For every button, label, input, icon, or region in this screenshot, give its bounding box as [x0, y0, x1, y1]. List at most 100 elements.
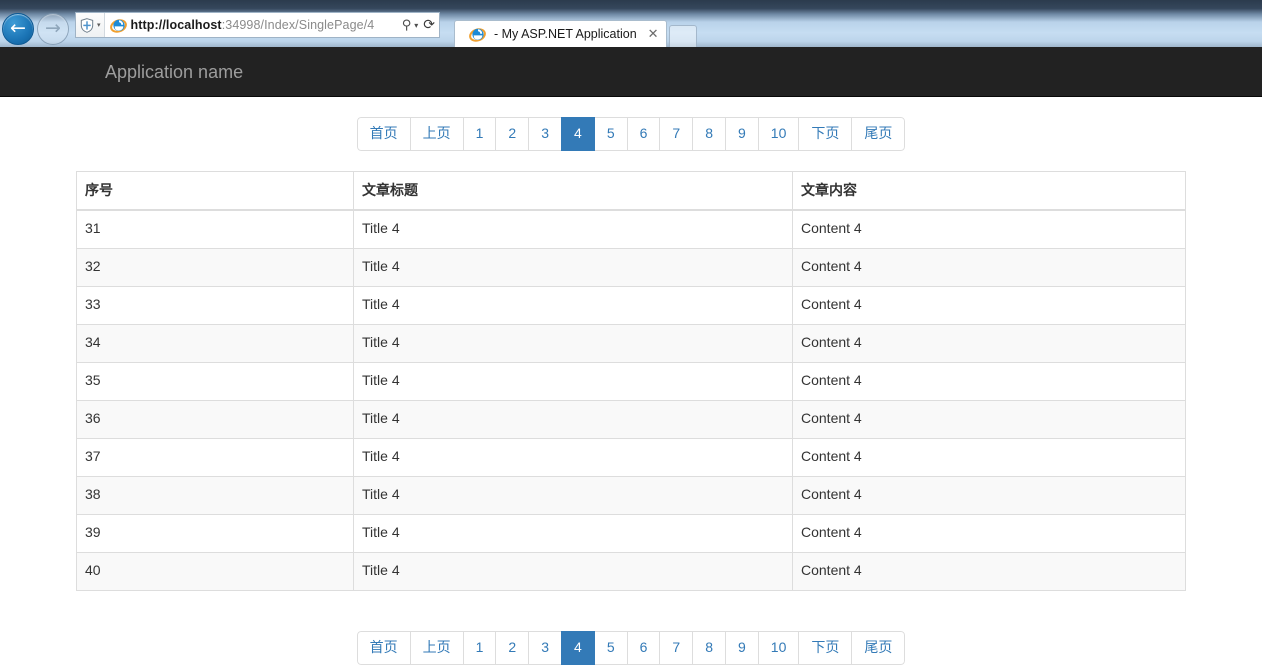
url-host: http://localhost — [130, 18, 222, 32]
pagination-link-上页[interactable]: 上页 — [409, 630, 464, 665]
pagination-link-9[interactable]: 9 — [725, 117, 759, 151]
pagination-link-尾页[interactable]: 尾页 — [851, 117, 906, 151]
pagination-item[interactable]: 上页 — [409, 117, 464, 151]
pagination-link-6[interactable]: 6 — [626, 630, 661, 665]
column-header-content: 文章内容 — [792, 170, 1186, 211]
tab-title: - My ASP.NET Application — [494, 27, 637, 41]
pagination-item[interactable]: 3 — [528, 630, 563, 665]
pagination-link-下页[interactable]: 下页 — [798, 630, 853, 665]
pagination-item[interactable]: 4 — [561, 117, 595, 151]
browser-navigation-buttons: ← → — [0, 12, 69, 46]
cell-index: 40 — [76, 551, 354, 591]
pagination-link-5[interactable]: 5 — [593, 630, 628, 665]
search-icon[interactable]: ⚲ — [402, 18, 412, 33]
main-container: 首页 上页 1 2 3 4 5 6 7 8 9 10 下页 尾页 序号 文章标题 文章内容 31 Title… — [61, 97, 1201, 665]
cell-title: Title 4 — [353, 513, 793, 553]
pagination-item[interactable]: 尾页 — [851, 630, 906, 665]
compatibility-shield-icon — [80, 17, 94, 33]
pagination-link-2[interactable]: 2 — [495, 117, 530, 151]
cell-title: Title 4 — [353, 475, 793, 515]
pagination-item[interactable]: 2 — [495, 630, 530, 665]
cell-index: 35 — [76, 361, 354, 401]
pagination-link-10[interactable]: 10 — [757, 117, 800, 151]
chevron-down-icon[interactable]: ▾ — [414, 21, 418, 30]
close-icon[interactable]: ✕ — [648, 28, 659, 41]
pagination-link-1[interactable]: 1 — [462, 630, 497, 665]
pagination-item[interactable]: 2 — [495, 117, 530, 151]
pagination-item[interactable]: 下页 — [798, 117, 853, 151]
application-name-brand[interactable]: Application name — [105, 63, 243, 81]
pagination-link-6[interactable]: 6 — [626, 117, 661, 151]
back-arrow-icon: ← — [10, 16, 26, 39]
pagination-link-尾页[interactable]: 尾页 — [851, 630, 906, 665]
browser-tab[interactable]: - My ASP.NET Application ✕ — [454, 20, 667, 47]
pagination-link-10[interactable]: 10 — [757, 630, 800, 665]
address-bar[interactable]: ▾ http://localhost:34998/Index/SinglePag… — [75, 12, 440, 38]
pagination-link-3[interactable]: 3 — [528, 117, 563, 151]
pagination-item[interactable]: 10 — [757, 630, 800, 665]
pagination-item[interactable]: 上页 — [409, 630, 464, 665]
table-header-row: 序号 文章标题 文章内容 — [76, 170, 1186, 211]
pagination-item[interactable]: 尾页 — [851, 117, 906, 151]
back-button[interactable]: ← — [2, 13, 34, 45]
cell-title: Title 4 — [353, 247, 793, 287]
pagination-item[interactable]: 首页 — [356, 117, 411, 151]
cell-content: Content 4 — [792, 399, 1186, 439]
pagination-link-首页[interactable]: 首页 — [356, 117, 411, 151]
pagination-link-首页[interactable]: 首页 — [356, 630, 411, 665]
pagination-link-3[interactable]: 3 — [528, 630, 563, 665]
table-row: 37 Title 4 Content 4 — [76, 437, 1186, 477]
cell-content: Content 4 — [792, 209, 1186, 249]
chevron-down-icon: ▾ — [97, 21, 101, 29]
pagination-item[interactable]: 4 — [561, 630, 595, 665]
cell-title: Title 4 — [353, 361, 793, 401]
pagination-link-7[interactable]: 7 — [659, 630, 694, 665]
pagination-item[interactable]: 9 — [725, 117, 759, 151]
pagination-link-4[interactable]: 4 — [561, 630, 595, 665]
pagination-link-下页[interactable]: 下页 — [798, 117, 853, 151]
pagination-item[interactable]: 下页 — [798, 630, 853, 665]
cell-index: 38 — [76, 475, 354, 515]
pagination-item[interactable]: 6 — [626, 630, 661, 665]
pagination-link-8[interactable]: 8 — [692, 630, 726, 665]
pagination-link-上页[interactable]: 上页 — [409, 117, 464, 151]
cell-content: Content 4 — [792, 475, 1186, 515]
pagination-item[interactable]: 1 — [462, 117, 497, 151]
pagination-link-2[interactable]: 2 — [495, 630, 530, 665]
pagination-link-4[interactable]: 4 — [561, 117, 595, 151]
pagination-item[interactable]: 10 — [757, 117, 800, 151]
address-bar-url: http://localhost:34998/Index/SinglePage/… — [131, 18, 402, 32]
pagination-link-9[interactable]: 9 — [725, 630, 759, 665]
pagination-item[interactable]: 8 — [692, 630, 726, 665]
pagination-top-row: 首页 上页 1 2 3 4 5 6 7 8 9 10 下页 尾页 — [76, 97, 1186, 171]
compatibility-view-button[interactable]: ▾ — [76, 13, 105, 37]
table-row: 35 Title 4 Content 4 — [76, 361, 1186, 401]
tab-favicon-icon — [469, 27, 486, 42]
pagination-link-1[interactable]: 1 — [462, 117, 497, 151]
pagination-item[interactable]: 7 — [659, 117, 694, 151]
pagination-item[interactable]: 3 — [528, 117, 563, 151]
pagination-item[interactable]: 5 — [593, 117, 628, 151]
table-row: 36 Title 4 Content 4 — [76, 399, 1186, 439]
pagination-item[interactable]: 1 — [462, 630, 497, 665]
pagination-item[interactable]: 8 — [692, 117, 726, 151]
table-row: 31 Title 4 Content 4 — [76, 209, 1186, 249]
page-body: Application name 首页 上页 1 2 3 4 5 6 7 8 9 10 下页 尾页 序号 … — [0, 47, 1262, 665]
cell-index: 39 — [76, 513, 354, 553]
pagination-item[interactable]: 6 — [626, 117, 661, 151]
refresh-icon[interactable]: ⟳ — [423, 17, 435, 33]
forward-button[interactable]: → — [37, 13, 69, 45]
pagination-link-5[interactable]: 5 — [593, 117, 628, 151]
pagination-item[interactable]: 5 — [593, 630, 628, 665]
new-tab-button[interactable] — [668, 25, 697, 47]
internet-explorer-favicon — [109, 18, 127, 33]
pagination-item[interactable]: 7 — [659, 630, 694, 665]
pagination-top: 首页 上页 1 2 3 4 5 6 7 8 9 10 下页 尾页 — [356, 117, 906, 151]
address-bar-actions: ⚲ ▾ ⟳ — [402, 17, 439, 33]
table-row: 33 Title 4 Content 4 — [76, 285, 1186, 325]
pagination-link-8[interactable]: 8 — [692, 117, 726, 151]
pagination-item[interactable]: 9 — [725, 630, 759, 665]
pagination-item[interactable]: 首页 — [356, 630, 411, 665]
pagination-link-7[interactable]: 7 — [659, 117, 694, 151]
cell-title: Title 4 — [353, 285, 793, 325]
